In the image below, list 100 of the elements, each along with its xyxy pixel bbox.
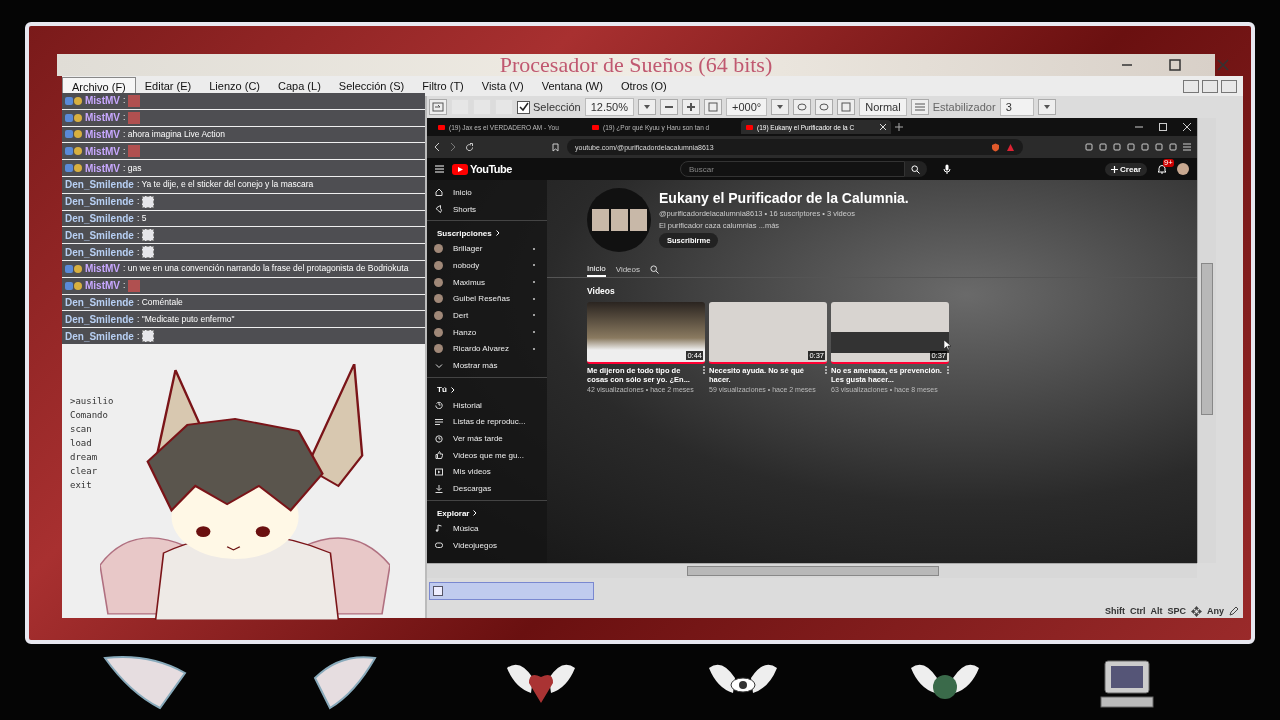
sidebar-item[interactable]: Shorts — [427, 200, 547, 218]
sidebar-item[interactable]: Ver más tarde — [427, 430, 547, 447]
chat-text: : ahora imagina Live Action — [123, 128, 226, 141]
zoom-out-icon[interactable] — [660, 99, 678, 115]
sidebar-item[interactable]: Mis videos — [427, 463, 547, 481]
checkmark-icon[interactable] — [518, 102, 529, 112]
zoom-field[interactable]: 12.50% — [584, 98, 634, 116]
sidebar-item[interactable]: nobody — [427, 257, 547, 274]
reload-icon[interactable] — [465, 142, 474, 152]
sticker-icon — [142, 195, 155, 208]
channel-tab[interactable]: Videos — [615, 261, 640, 277]
sidebar-item[interactable]: Música — [427, 520, 547, 537]
triangle-icon[interactable] — [1006, 142, 1015, 152]
menu-item[interactable]: Otros (O) — [611, 77, 676, 95]
angle-field[interactable]: +000° — [726, 98, 768, 116]
chat-username: MistMV — [85, 94, 120, 108]
search-icon[interactable] — [650, 264, 659, 274]
menu-item[interactable]: Lienzo (C) — [200, 77, 269, 95]
search-icon[interactable] — [911, 164, 921, 174]
sidebar-item[interactable]: Ricardo Alvarez — [427, 340, 547, 358]
chat-username: Den_Smilende — [65, 211, 134, 225]
sticker-icon — [128, 111, 141, 124]
chat-username: MistMV — [85, 128, 120, 141]
chat-text: : Coméntale — [136, 295, 183, 309]
menu-item[interactable]: Vista (V) — [472, 77, 533, 95]
close-button[interactable] — [1221, 79, 1237, 93]
play-icon — [435, 467, 443, 476]
history-icon — [435, 401, 443, 410]
dropdown-icon[interactable] — [771, 99, 790, 115]
menu-item[interactable]: Editar (E) — [135, 77, 201, 95]
back-icon[interactable] — [433, 143, 441, 151]
sidebar-heading[interactable]: Suscripciones — [437, 228, 492, 238]
menu-item[interactable]: Capa (L) — [269, 77, 330, 95]
sidebar-heading[interactable]: Tú — [437, 385, 447, 395]
scrollbar[interactable] — [1197, 118, 1216, 563]
dropdown-icon[interactable] — [638, 99, 656, 115]
search-button[interactable] — [904, 161, 927, 177]
user-badge-icon — [65, 113, 82, 122]
sticker-icon — [128, 279, 141, 292]
zoom-in-icon[interactable] — [682, 99, 700, 115]
selection-checkbox[interactable]: Selección — [517, 100, 581, 114]
scrollbar-thumb[interactable] — [1201, 263, 1213, 415]
minimize-icon[interactable] — [1135, 123, 1143, 131]
chat-text: : Ya te dije, e el sticker del conejo y la mascara — [136, 178, 314, 192]
sidebar-item[interactable]: Dert — [427, 307, 547, 324]
menu-item[interactable]: Ventana (W) — [532, 77, 612, 95]
move-icon — [1191, 605, 1202, 617]
sidebar-item[interactable]: Guibel Reseñas — [427, 290, 547, 308]
modifier-key: Any — [1207, 606, 1224, 616]
layer-field[interactable] — [429, 582, 594, 600]
new-tab-icon[interactable] — [895, 123, 903, 131]
restore-button[interactable] — [1202, 79, 1218, 93]
user-badge-icon — [65, 147, 82, 156]
sidebar-item[interactable]: Listas de reproduc... — [427, 413, 547, 431]
sidebar-item[interactable]: Hanzo — [427, 323, 547, 341]
sidebar-item[interactable]: Videos que me gu... — [427, 446, 547, 464]
forward-icon[interactable] — [449, 143, 457, 151]
chat-username: MistMV — [85, 161, 120, 175]
sidebar-item[interactable]: Videojuegos — [427, 536, 547, 554]
minimize-button[interactable] — [1183, 79, 1199, 93]
sidebar-item[interactable]: Mostrar más — [427, 357, 547, 374]
sidebar-item[interactable]: Historial — [427, 396, 547, 414]
sidebar-item[interactable]: Brillager — [427, 240, 547, 258]
maximize-icon[interactable] — [1169, 59, 1181, 71]
chat-text: : "Medicate puto enfermo" — [136, 312, 235, 326]
bell-icon[interactable] — [1157, 164, 1167, 174]
youtube-logo[interactable]: YouTube — [452, 163, 512, 175]
sidebar-item[interactable]: Inicio — [427, 184, 547, 201]
chevron-icon[interactable] — [495, 230, 500, 237]
youtube-icon — [592, 124, 599, 130]
blend-mode-field[interactable]: Normal — [859, 98, 907, 116]
terminal-line: load — [70, 438, 93, 448]
menu-item[interactable]: Selección (S) — [329, 77, 414, 95]
modifier-key: Alt — [1150, 606, 1163, 616]
home-icon — [435, 188, 443, 197]
chevron-icon[interactable] — [473, 510, 478, 516]
chat-text: : — [123, 279, 126, 293]
create-button[interactable]: Crear — [1105, 162, 1147, 176]
dropdown-icon[interactable] — [1037, 99, 1056, 115]
sidebar-item[interactable]: Maximus — [427, 273, 547, 291]
chevron-icon[interactable] — [450, 386, 455, 393]
sidebar-item[interactable]: Descargas — [427, 480, 547, 497]
avatar-icon[interactable] — [1177, 163, 1189, 175]
plus-icon[interactable] — [1111, 165, 1119, 173]
chat-username: Den_Smilende — [65, 312, 134, 326]
menu-icon[interactable] — [1183, 143, 1191, 151]
scrollbar-thumb[interactable] — [687, 566, 939, 576]
menu-item[interactable]: Filtro (T) — [413, 77, 473, 95]
search-field[interactable]: Buscar — [679, 161, 905, 177]
channel-tab[interactable]: Inicio — [587, 261, 606, 277]
bookmark-icon[interactable] — [552, 142, 559, 152]
modifier-key: Shift — [1104, 606, 1125, 616]
sidebar-heading[interactable]: Explorar — [437, 508, 470, 518]
microphone-icon[interactable] — [942, 164, 951, 174]
chat-username: MistMV — [85, 279, 120, 293]
thumb-icon — [435, 451, 443, 460]
shield-icon[interactable] — [991, 142, 1000, 152]
scrollbar[interactable] — [427, 563, 1197, 578]
stabilizer-field[interactable]: 3 — [999, 98, 1034, 116]
chat-text: : — [136, 228, 140, 242]
